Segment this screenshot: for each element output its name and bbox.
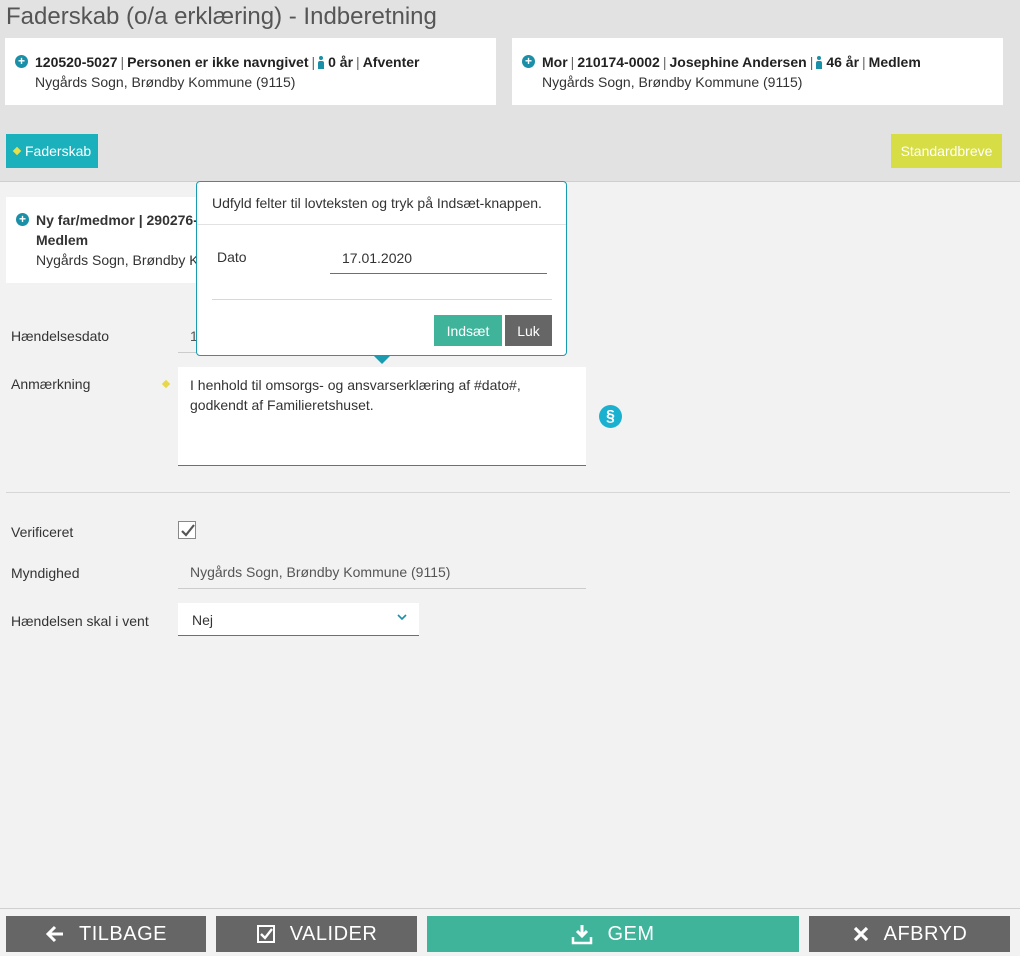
insert-date-popover: Udfyld felter til lovteksten og tryk på … (196, 181, 567, 356)
validate-button[interactable]: VALIDER (216, 916, 417, 952)
expand-plus-icon[interactable]: + (15, 55, 28, 68)
arrow-left-icon (45, 925, 63, 943)
vent-select[interactable]: Nej (178, 603, 419, 636)
mother-card[interactable]: + Mor | 210174-0002 | Josephine Andersen | 46 … (512, 38, 1003, 105)
child-age: 0 år (328, 54, 354, 70)
anmaerkning-label: Anmærkning (11, 376, 91, 392)
header: Faderskab (o/a erklæring) - Indberetning… (0, 0, 1020, 182)
expand-plus-icon[interactable]: + (16, 213, 29, 226)
checkmark-icon (181, 524, 195, 537)
page-title: Faderskab (o/a erklæring) - Indberetning (6, 3, 437, 30)
child-name: Personen er ikke navngivet (127, 54, 309, 70)
child-cpr: 120520-5027 (35, 54, 118, 70)
standardbreve-button[interactable]: Standardbreve (891, 134, 1002, 168)
popover-divider (197, 224, 566, 225)
vent-label: Hændelsen skal i vent (11, 613, 149, 629)
download-icon (572, 925, 593, 945)
myndighed-underline (178, 588, 586, 589)
insert-button[interactable]: Indsæt (434, 315, 502, 346)
haendelsesdato-underline (178, 352, 198, 353)
faderskab-button[interactable]: Faderskab (6, 134, 98, 168)
save-label: GEM (607, 922, 655, 945)
mother-name: Josephine Andersen (669, 54, 807, 70)
new-father-header: Ny far/medmor | 290276- (36, 212, 198, 228)
back-label: TILBAGE (79, 922, 167, 945)
close-button[interactable]: Luk (505, 315, 552, 346)
myndighed-label: Myndighed (11, 565, 80, 581)
cancel-button[interactable]: AFBRYD (809, 916, 1010, 952)
save-button[interactable]: GEM (427, 916, 799, 952)
mother-cpr-prefix: 210174- (577, 54, 629, 70)
new-father-status: Medlem (36, 232, 89, 248)
child-card-header: 120520-5027 | Personen er ikke navngivet | 0… (35, 54, 420, 70)
vent-select-value: Nej (192, 612, 214, 628)
child-card[interactable]: + 120520-5027 | Personen er ikke navngivet… (5, 38, 496, 105)
anmaerkning-line1: I henhold til omsorgs- og ansvarserklæri… (190, 377, 521, 393)
mother-card-header: Mor | 210174-0002 | Josephine Andersen | 46 år… (542, 54, 921, 70)
divider (6, 492, 1010, 493)
validate-label: VALIDER (289, 922, 378, 945)
new-father-location: Nygårds Sogn, Brøndby K (36, 252, 199, 268)
popover-date-input[interactable] (330, 242, 547, 274)
anmaerkning-textarea[interactable]: I henhold til omsorgs- og ansvarserklæri… (178, 367, 586, 466)
checkbox-check-icon (256, 925, 275, 943)
close-icon (853, 926, 868, 942)
verificeret-checkbox[interactable] (178, 521, 196, 539)
anmaerkning-line2: godkendt af Familieretshuset. (190, 397, 374, 413)
mother-role: Mor (542, 54, 568, 70)
mother-age: 46 år (826, 54, 860, 70)
chevron-down-icon (397, 614, 407, 621)
myndighed-value: Nygårds Sogn, Brøndby Kommune (9115) (190, 564, 451, 580)
popover-date-label: Dato (217, 249, 247, 265)
child-location: Nygårds Sogn, Brøndby Kommune (9115) (35, 74, 296, 90)
child-status: Afventer (362, 54, 420, 70)
mother-status: Medlem (868, 54, 921, 70)
required-diamond-icon (161, 379, 171, 389)
mother-location: Nygårds Sogn, Brøndby Kommune (9115) (542, 74, 803, 90)
diamond-icon (12, 146, 22, 156)
popover-divider (212, 299, 552, 300)
popover-arrow (373, 355, 391, 364)
back-button[interactable]: TILBAGE (6, 916, 206, 952)
mother-cpr-suffix: 0002 (628, 54, 660, 70)
verificeret-label: Verificeret (11, 524, 74, 540)
popover-title: Udfyld felter til lovteksten og tryk på … (212, 195, 542, 211)
paragraph-icon[interactable]: § (599, 405, 622, 428)
haendelsesdato-label: Hændelsesdato (11, 328, 110, 344)
person-icon (318, 56, 325, 69)
person-icon (816, 56, 823, 69)
faderskab-label: Faderskab (25, 143, 92, 159)
new-father-card[interactable]: + Ny far/medmor | 290276- Medlem Nygårds… (6, 197, 206, 283)
expand-plus-icon[interactable]: + (522, 55, 535, 68)
cancel-label: AFBRYD (883, 922, 968, 945)
